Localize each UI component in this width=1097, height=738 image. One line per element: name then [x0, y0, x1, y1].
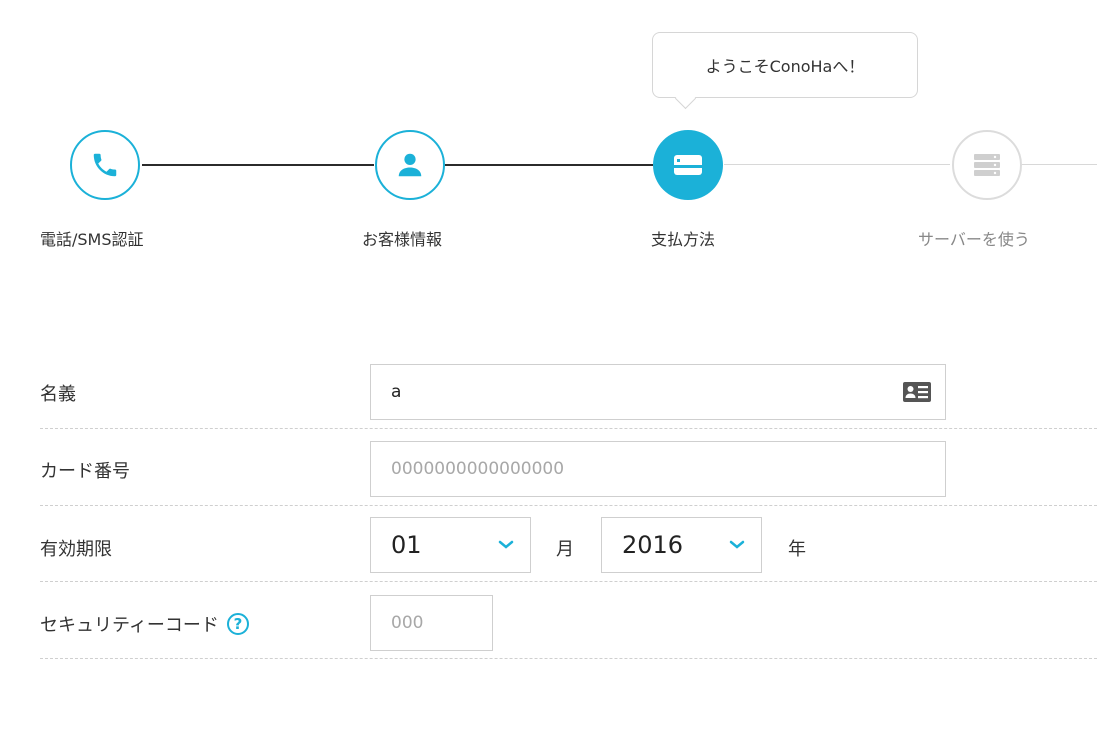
- expiry-label: 有効期限: [40, 539, 112, 560]
- name-field[interactable]: [370, 364, 946, 420]
- step-label-phone-sms: 電話/SMS認証: [40, 230, 144, 249]
- tooltip-text: ようこそConoHaへ！: [705, 57, 865, 76]
- chevron-down-icon: [729, 540, 745, 549]
- card-number-field[interactable]: [370, 441, 946, 497]
- step-use-server: [952, 130, 1022, 200]
- step-label-use-server: サーバーを使う: [918, 230, 1030, 249]
- step-payment-method: [653, 130, 723, 200]
- step-connector: [1022, 164, 1097, 165]
- security-code-label-row: セキュリティーコード ?: [40, 611, 249, 637]
- row-divider: [40, 428, 1097, 429]
- step-connector: [142, 164, 374, 166]
- help-icon[interactable]: ?: [226, 613, 249, 635]
- expiry-month-value: 01: [391, 531, 422, 559]
- expiry-year-select[interactable]: 2016: [601, 517, 762, 573]
- server-icon: [974, 154, 1000, 176]
- month-unit: 月: [556, 539, 574, 560]
- step-label-customer-info: お客様情報: [362, 230, 443, 249]
- row-divider: [40, 658, 1097, 659]
- step-connector: [445, 164, 653, 166]
- name-label: 名義: [40, 384, 76, 405]
- year-unit: 年: [788, 539, 806, 560]
- credit-card-icon: [674, 155, 702, 175]
- user-icon: [398, 153, 422, 177]
- row-divider: [40, 505, 1097, 506]
- contact-card-icon[interactable]: [902, 381, 932, 403]
- expiry-month-select[interactable]: 01: [370, 517, 531, 573]
- welcome-tooltip: ようこそConoHaへ！: [652, 32, 918, 98]
- phone-icon: [93, 153, 117, 177]
- step-label-payment-method: 支払方法: [651, 230, 716, 249]
- expiry-year-value: 2016: [622, 531, 684, 559]
- step-phone-sms: [70, 130, 140, 200]
- chevron-down-icon: [498, 540, 514, 549]
- step-connector: [724, 164, 950, 165]
- card-number-label: カード番号: [40, 461, 130, 482]
- row-divider: [40, 581, 1097, 582]
- step-customer-info: [375, 130, 445, 200]
- security-code-label: セキュリティーコード: [40, 615, 219, 636]
- security-code-field[interactable]: [370, 595, 493, 651]
